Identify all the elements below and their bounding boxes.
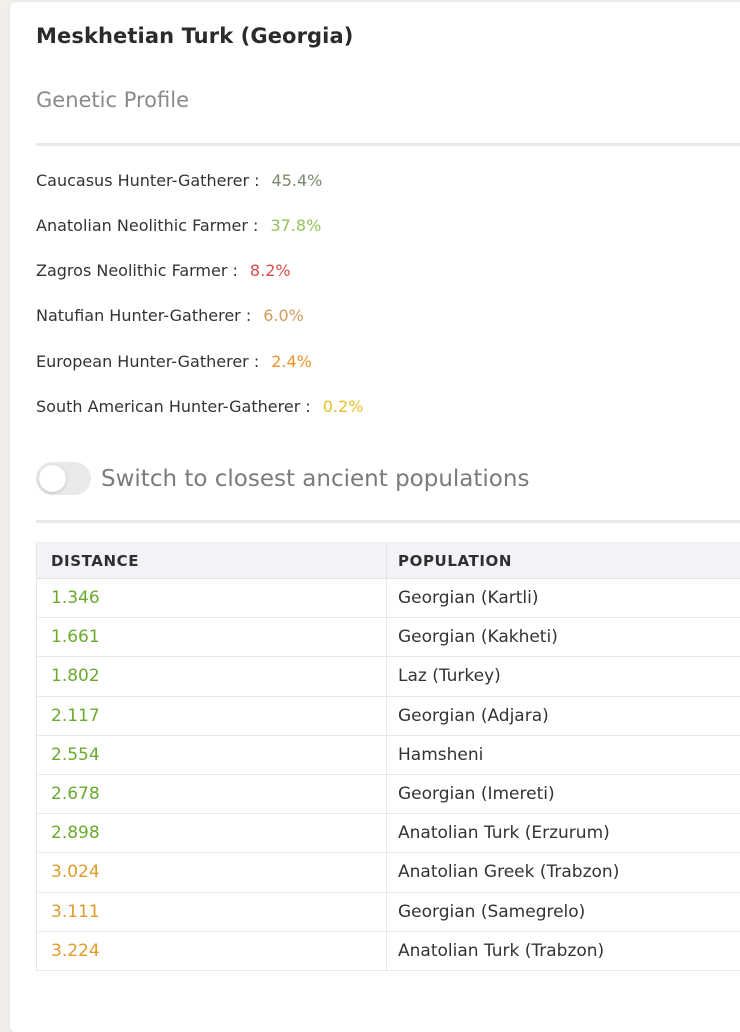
- distance-cell: 2.554: [37, 735, 387, 774]
- population-cell: Georgian (Kartli): [398, 588, 539, 609]
- distance-cell: 2.898: [37, 814, 387, 853]
- distance-cell: 3.024: [37, 853, 387, 892]
- component-row: Anatolian Neolithic Farmer : 37.8%: [36, 213, 321, 237]
- population-cell: Anatolian Greek (Trabzon): [398, 862, 620, 883]
- population-cell: Georgian (Imereti): [398, 784, 555, 805]
- distance-cell: 1.802: [37, 657, 387, 696]
- divider: [36, 143, 740, 146]
- population-cell: Anatolian Turk (Trabzon): [398, 940, 605, 961]
- component-value: 37.8%: [270, 215, 322, 235]
- ancient-populations-toggle[interactable]: [36, 462, 91, 495]
- distance-cell: 3.111: [37, 892, 387, 931]
- component-label: European Hunter-Gatherer :: [36, 351, 260, 371]
- divider: [36, 520, 740, 523]
- population-cell: Hamsheni: [398, 744, 484, 765]
- column-header-population[interactable]: POPULATION: [387, 543, 740, 578]
- component-row: South American Hunter-Gatherer : 0.2%: [36, 394, 363, 418]
- distance-cell: 2.117: [37, 696, 387, 735]
- toggle-row[interactable]: Switch to closest ancient populations: [36, 462, 529, 495]
- table-row[interactable]: 2.898 Anatolian Turk (Erzurum): [37, 814, 740, 854]
- table-row[interactable]: 1.802 Laz (Turkey): [37, 657, 740, 697]
- page-title: Meskhetian Turk (Georgia): [36, 24, 354, 48]
- table-row[interactable]: 2.117 Georgian (Adjara): [37, 696, 740, 736]
- toggle-knob: [39, 465, 66, 492]
- table-row[interactable]: 3.224 Anatolian Turk (Trabzon): [37, 931, 740, 971]
- table-row[interactable]: 1.661 Georgian (Kakheti): [37, 618, 740, 658]
- population-cell: Anatolian Turk (Erzurum): [398, 823, 610, 844]
- toggle-label: Switch to closest ancient populations: [101, 465, 530, 492]
- distance-cell: 3.224: [37, 931, 387, 970]
- distance-cell: 1.661: [37, 618, 387, 657]
- section-subtitle: Genetic Profile: [36, 88, 190, 112]
- table-row[interactable]: 3.024 Anatolian Greek (Trabzon): [37, 853, 740, 893]
- component-label: Anatolian Neolithic Farmer :: [36, 215, 259, 235]
- component-row: Natufian Hunter-Gatherer : 6.0%: [36, 303, 304, 327]
- profile-card: Meskhetian Turk (Georgia) Genetic Profil…: [10, 2, 740, 1032]
- component-label: South American Hunter-Gatherer :: [36, 396, 311, 416]
- component-value: 45.4%: [271, 170, 323, 190]
- table-row[interactable]: 2.554 Hamsheni: [37, 735, 740, 775]
- component-label: Natufian Hunter-Gatherer :: [36, 305, 252, 325]
- component-label: Zagros Neolithic Farmer :: [36, 260, 238, 280]
- column-header-distance[interactable]: DISTANCE: [37, 543, 387, 578]
- component-value: 6.0%: [263, 305, 304, 325]
- distance-cell: 2.678: [37, 774, 387, 814]
- population-cell: Laz (Turkey): [398, 666, 501, 687]
- component-row: Caucasus Hunter-Gatherer : 45.4%: [36, 168, 322, 192]
- population-cell: Georgian (Kakheti): [398, 627, 558, 648]
- component-row: European Hunter-Gatherer : 2.4%: [36, 349, 312, 373]
- population-cell: Georgian (Adjara): [398, 705, 549, 726]
- population-cell: Georgian (Samegrelo): [398, 901, 586, 922]
- distance-cell: 1.346: [37, 579, 387, 618]
- table-body: 1.346 Georgian (Kartli) 1.661 Georgian (Kak…: [37, 579, 740, 971]
- component-label: Caucasus Hunter-Gatherer :: [36, 170, 260, 190]
- table-row[interactable]: 2.678 Georgian (Imereti): [37, 774, 740, 815]
- distance-table: DISTANCE POPULATION 1.346 Georgian (Kartl…: [36, 542, 740, 971]
- table-row[interactable]: 3.111 Georgian (Samegrelo): [37, 892, 740, 932]
- component-value: 2.4%: [271, 351, 312, 371]
- table-header: DISTANCE POPULATION: [37, 542, 740, 579]
- table-row[interactable]: 1.346 Georgian (Kartli): [37, 579, 740, 619]
- component-row: Zagros Neolithic Farmer : 8.2%: [36, 258, 291, 282]
- component-value: 0.2%: [322, 396, 364, 416]
- component-value: 8.2%: [249, 260, 291, 280]
